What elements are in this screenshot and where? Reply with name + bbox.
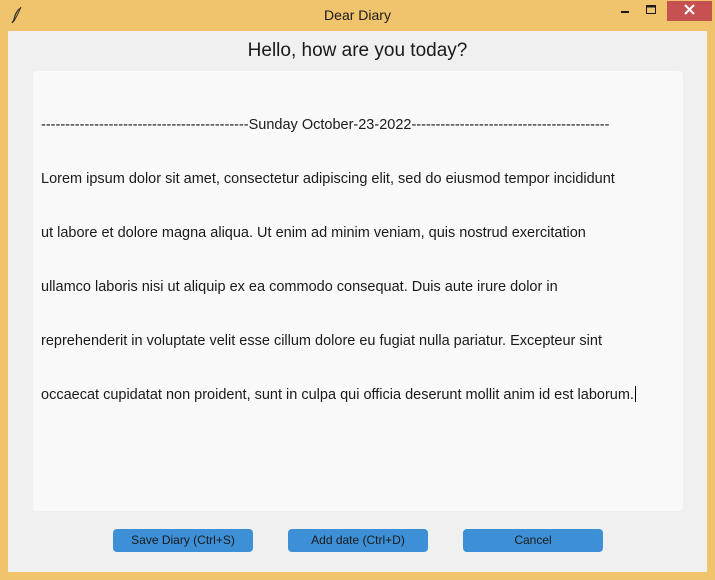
save-diary-button[interactable]: Save Diary (Ctrl+S): [113, 529, 253, 552]
date-separator-line: ----------------------------------------…: [41, 117, 610, 133]
text-line: ut labore et dolore magna aliqua. Ut eni…: [41, 225, 586, 241]
window-title: Dear Diary: [324, 7, 391, 23]
diary-text-editor[interactable]: ----------------------------------------…: [33, 71, 683, 511]
client-area: Hello, how are you today? --------------…: [8, 31, 707, 572]
app-window: Dear Diary Hello, how are you today? ---…: [0, 0, 715, 580]
text-line: Lorem ipsum dolor sit amet, consectetur …: [41, 171, 615, 187]
text-line: reprehenderit in voluptate velit esse ci…: [41, 333, 602, 349]
close-icon: [684, 2, 695, 20]
cancel-button[interactable]: Cancel: [463, 529, 603, 552]
text-cursor: [634, 386, 636, 402]
close-button[interactable]: [667, 1, 712, 21]
text-line: ullamco laboris nisi ut aliquip ex ea co…: [41, 279, 558, 295]
minimize-button[interactable]: [611, 1, 638, 21]
text-line: occaecat cupidatat non proident, sunt in…: [41, 387, 634, 403]
maximize-icon: [646, 2, 656, 20]
title-bar[interactable]: Dear Diary: [0, 0, 715, 31]
maximize-button[interactable]: [638, 1, 664, 21]
greeting-label: Hello, how are you today?: [247, 40, 468, 61]
editor-content[interactable]: ----------------------------------------…: [41, 80, 681, 440]
add-date-button[interactable]: Add date (Ctrl+D): [288, 529, 428, 552]
minimize-icon: [620, 2, 630, 20]
